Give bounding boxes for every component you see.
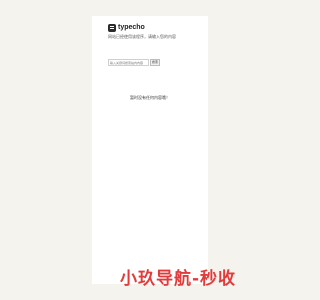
typecho-logo-icon xyxy=(108,24,116,32)
search-input[interactable] xyxy=(108,59,149,66)
page: typecho 网站已经使用该程序，请输入您的内容 搜索 暂时没有任何内容哦！ … xyxy=(0,0,300,300)
logo-text: typecho xyxy=(118,24,145,31)
site-tagline: 网站已经使用该程序，请输入您的内容 xyxy=(108,34,176,39)
watermark-text: 小玖导航-秒收 xyxy=(120,269,237,289)
site-logo[interactable]: typecho xyxy=(108,24,145,32)
search-button[interactable]: 搜索 xyxy=(150,59,160,66)
content-card: typecho 网站已经使用该程序，请输入您的内容 搜索 暂时没有任何内容哦！ xyxy=(92,16,208,284)
search-form: 搜索 xyxy=(108,59,160,66)
empty-state-message: 暂时没有任何内容哦！ xyxy=(130,95,170,100)
